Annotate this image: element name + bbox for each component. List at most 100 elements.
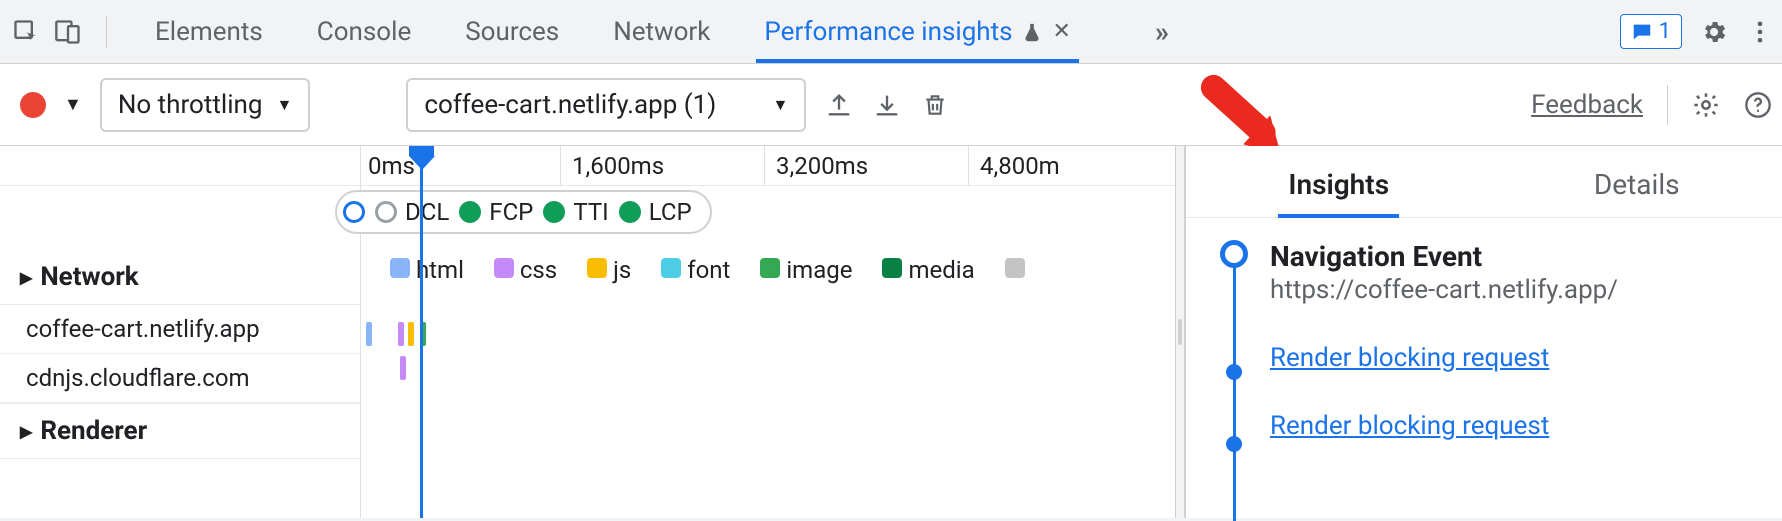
import-icon[interactable] xyxy=(872,90,902,120)
gutter-line xyxy=(1233,258,1236,521)
divider xyxy=(106,16,107,48)
legend-swatch xyxy=(882,258,902,278)
legend-label: font xyxy=(687,256,730,284)
legend-swatch xyxy=(587,258,607,278)
navigation-event-title: Navigation Event xyxy=(1270,240,1618,273)
triangle-right-icon: ▶ xyxy=(20,422,32,441)
marker-fcp[interactable]: FCP xyxy=(459,198,533,226)
flask-icon xyxy=(1021,21,1043,43)
tab-label: Elements xyxy=(155,17,263,47)
section-network[interactable]: ▶Network xyxy=(0,250,360,305)
legend-label: css xyxy=(520,256,557,284)
issues-badge[interactable]: 1 xyxy=(1620,14,1682,49)
device-toolbar-icon[interactable] xyxy=(54,18,82,46)
recording-select-dropdown[interactable]: coffee-cart.netlify.app (1) ▼ xyxy=(406,78,806,132)
tab-label: Network xyxy=(613,17,710,47)
ruler-tick: 4,800m xyxy=(980,152,1060,180)
legend-label: js xyxy=(613,256,631,284)
timeline-left-column: ▶Network coffee-cart.netlify.app cdnjs.c… xyxy=(0,250,360,459)
pane-resizer-handle[interactable] xyxy=(1175,146,1185,518)
marker-label: DCL xyxy=(405,198,449,226)
gutter-ring-icon xyxy=(1220,240,1248,268)
close-icon[interactable]: ✕ xyxy=(1053,19,1071,44)
tab-label: Details xyxy=(1594,168,1680,201)
insights-gutter xyxy=(1220,240,1250,441)
legend-swatch xyxy=(760,258,780,278)
tab-label: Console xyxy=(317,17,411,47)
resource-type-legend: html css js font image media xyxy=(390,256,1025,284)
insights-body: Navigation Event https://coffee-cart.net… xyxy=(1186,218,1782,441)
marker-dot-icon xyxy=(459,201,481,223)
marker-tti[interactable]: TTI xyxy=(543,198,608,226)
marker-ring-icon xyxy=(375,201,397,223)
issues-count: 1 xyxy=(1659,19,1671,44)
marker-dcl[interactable]: DCL xyxy=(375,198,449,226)
tab-details[interactable]: Details xyxy=(1594,152,1680,217)
insights-content: Navigation Event https://coffee-cart.net… xyxy=(1270,240,1618,441)
kebab-menu-icon[interactable] xyxy=(1746,18,1774,46)
tabstrip-left: Elements Console Sources Network Perform… xyxy=(12,3,1169,61)
recording-name: coffee-cart.netlify.app (1) xyxy=(424,90,716,120)
ruler-tick: 3,200ms xyxy=(776,152,868,180)
delete-icon[interactable] xyxy=(920,90,950,120)
marker-lcp[interactable]: LCP xyxy=(619,198,692,226)
ruler-tick: 0ms xyxy=(368,152,415,180)
inspect-element-icon[interactable] xyxy=(12,18,40,46)
marker-label: LCP xyxy=(649,198,692,226)
toolbar-right: Feedback xyxy=(1531,85,1772,125)
section-label: Renderer xyxy=(40,416,147,446)
ruler-tick: 1,600ms xyxy=(572,152,664,180)
legend-swatch xyxy=(390,258,410,278)
marker-dot-icon xyxy=(619,201,641,223)
legend-swatch xyxy=(661,258,681,278)
throttling-dropdown[interactable]: No throttling ▼ xyxy=(100,78,311,132)
host-name: cdnjs.cloudflare.com xyxy=(26,364,250,392)
tab-insights[interactable]: Insights xyxy=(1288,152,1389,217)
tab-label: Insights xyxy=(1288,168,1389,201)
gutter-dot-icon xyxy=(1226,364,1242,380)
more-tabs-chevron-icon[interactable]: » xyxy=(1155,15,1169,48)
marker-label: TTI xyxy=(573,198,608,226)
tab-performance-insights[interactable]: Performance insights ✕ xyxy=(764,3,1071,61)
tab-label: Sources xyxy=(465,17,559,47)
insights-pane: Insights Details Navigation Event https:… xyxy=(1186,146,1782,518)
right-pane-tabs: Insights Details xyxy=(1186,146,1782,218)
settings-gear-icon[interactable] xyxy=(1700,18,1728,46)
panel-tabs: Elements Console Sources Network Perform… xyxy=(155,3,1169,61)
tabstrip-right: 1 xyxy=(1620,14,1774,49)
host-row[interactable]: coffee-cart.netlify.app xyxy=(0,305,360,354)
timing-markers-pill: DCL FCP TTI LCP xyxy=(335,190,712,234)
insight-link[interactable]: Render blocking request xyxy=(1270,343,1618,373)
timeline-pane: 0ms 1,600ms 3,200ms 4,800m DCL FCP TTI L… xyxy=(0,146,1186,518)
chevron-down-icon: ▼ xyxy=(772,95,788,115)
timeline-ruler[interactable]: 0ms 1,600ms 3,200ms 4,800m xyxy=(0,146,1185,186)
throttling-value: No throttling xyxy=(118,90,263,120)
workspace: 0ms 1,600ms 3,200ms 4,800m DCL FCP TTI L… xyxy=(0,146,1782,518)
help-icon[interactable] xyxy=(1744,91,1772,119)
legend-label: media xyxy=(908,256,974,284)
feedback-link[interactable]: Feedback xyxy=(1531,90,1643,120)
legend-label: html xyxy=(416,256,464,284)
playhead[interactable] xyxy=(420,146,423,518)
marker-ring-icon xyxy=(343,201,365,223)
section-label: Network xyxy=(40,262,138,292)
performance-toolbar: ▼ No throttling ▼ coffee-cart.netlify.ap… xyxy=(0,64,1782,146)
tab-sources[interactable]: Sources xyxy=(465,3,559,61)
host-name: coffee-cart.netlify.app xyxy=(26,315,260,343)
panel-settings-icon[interactable] xyxy=(1692,91,1720,119)
tab-elements[interactable]: Elements xyxy=(155,3,263,61)
marker-dot-icon xyxy=(543,201,565,223)
legend-label: image xyxy=(786,256,852,284)
host-row[interactable]: cdnjs.cloudflare.com xyxy=(0,354,360,403)
marker-label: FCP xyxy=(489,198,533,226)
legend-swatch xyxy=(1005,258,1025,278)
tab-network[interactable]: Network xyxy=(613,3,710,61)
section-renderer[interactable]: ▶ Renderer xyxy=(0,403,360,459)
divider xyxy=(1667,85,1668,125)
record-options-chevron-icon[interactable]: ▼ xyxy=(64,94,82,115)
tab-console[interactable]: Console xyxy=(317,3,411,61)
navigation-event-url: https://coffee-cart.netlify.app/ xyxy=(1270,275,1618,305)
insight-link[interactable]: Render blocking request xyxy=(1270,411,1618,441)
record-button[interactable] xyxy=(20,92,46,118)
export-icon[interactable] xyxy=(824,90,854,120)
